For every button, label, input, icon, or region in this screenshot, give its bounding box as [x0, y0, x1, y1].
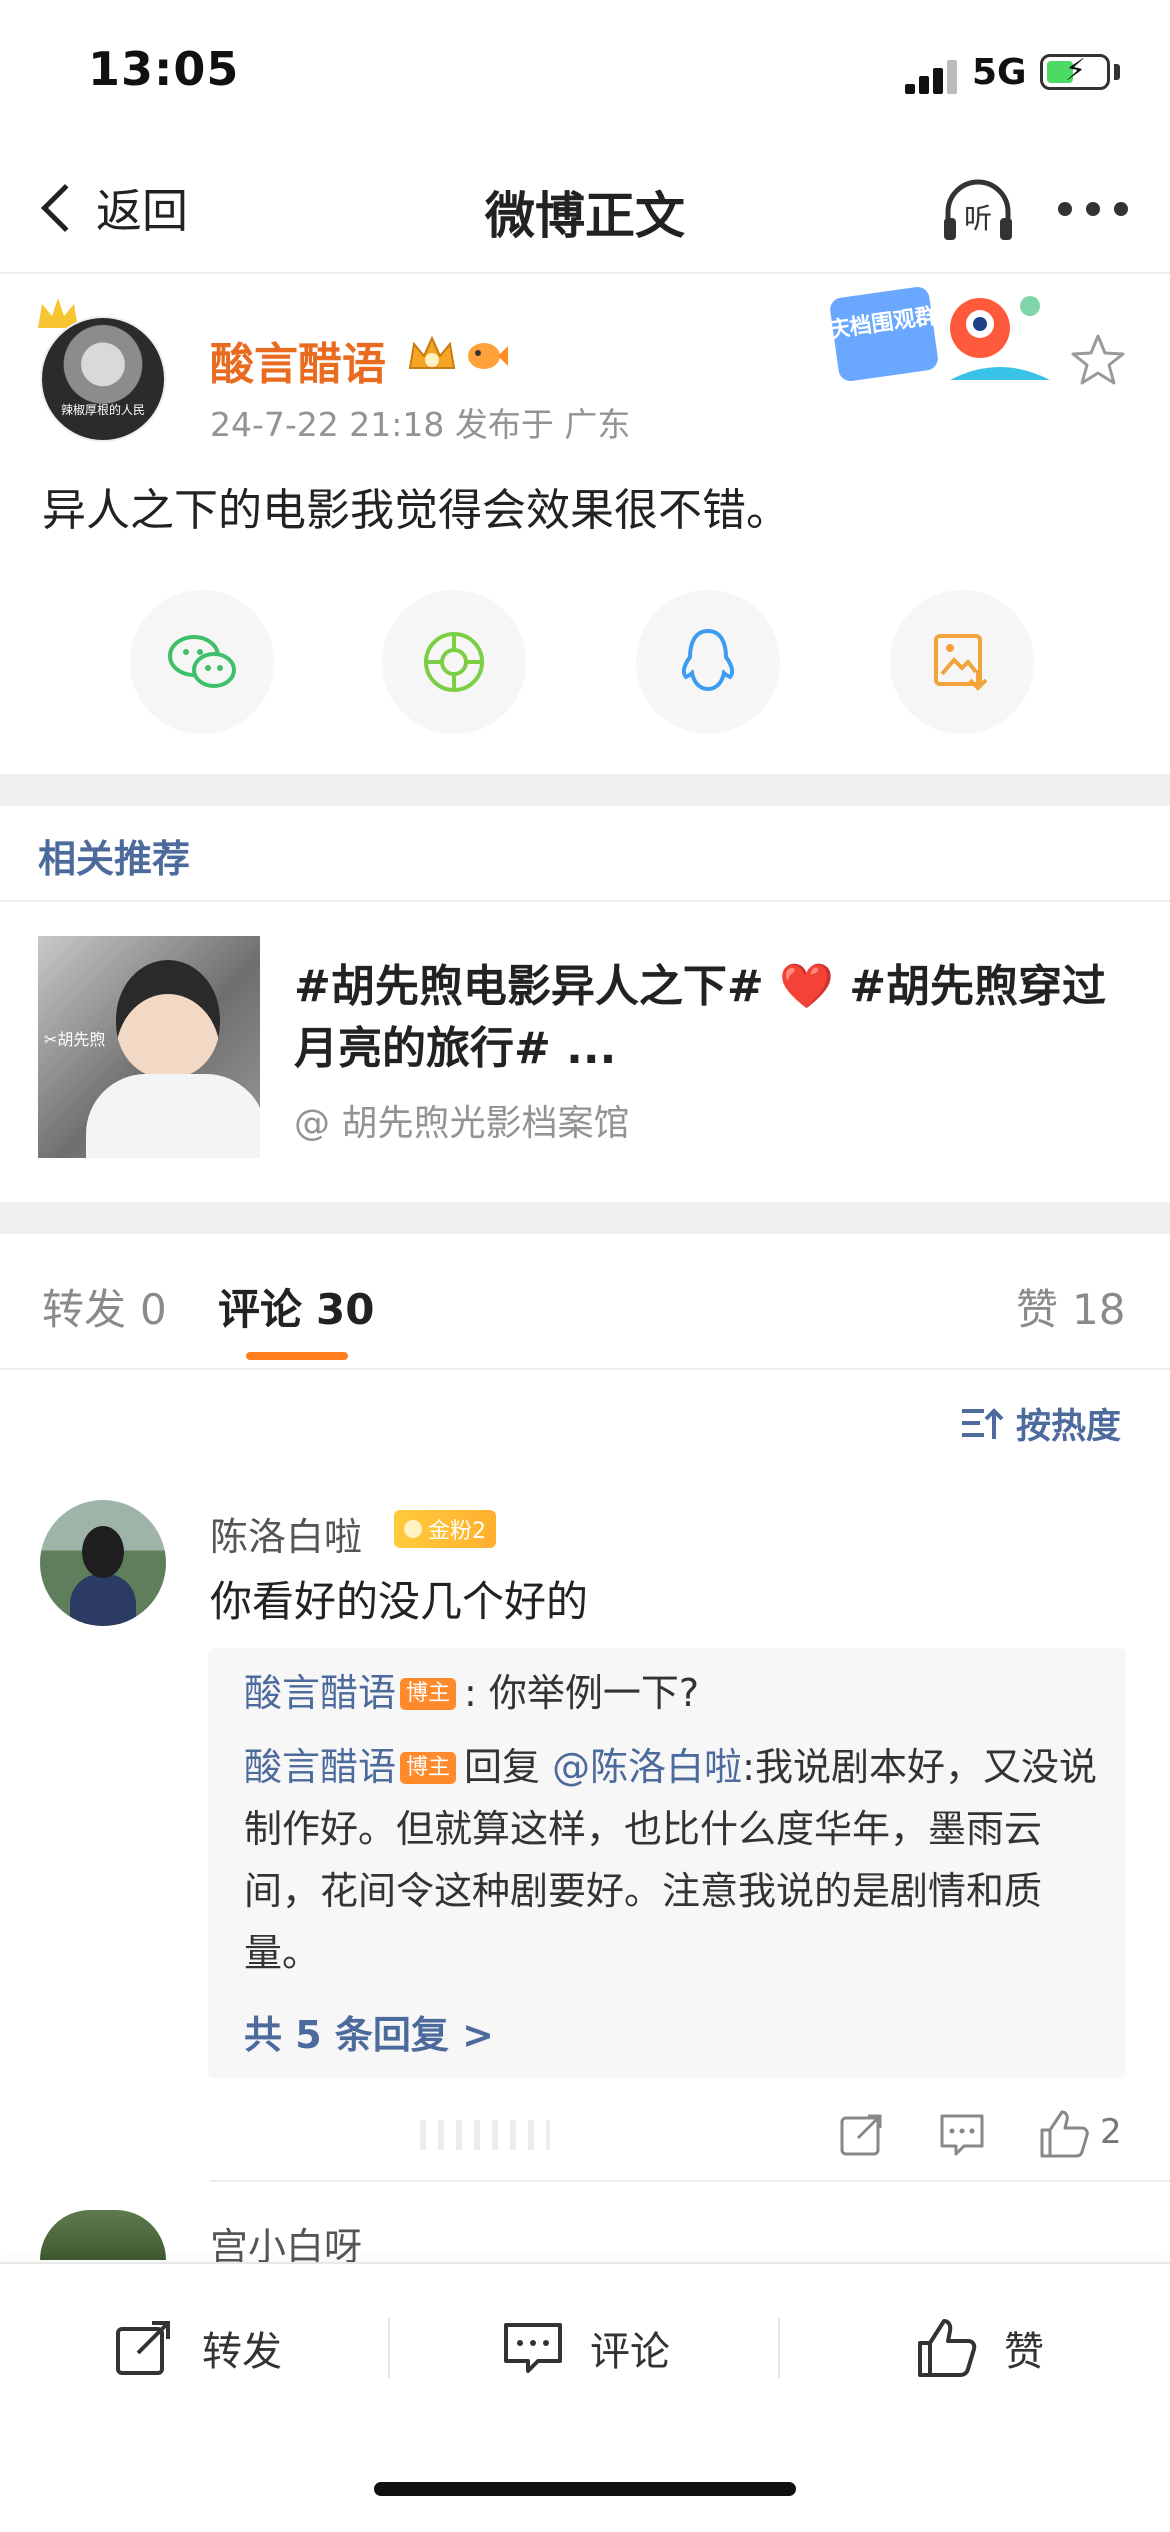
comment-text: 你看好的没几个好的: [210, 1577, 589, 1626]
home-indicator[interactable]: [374, 2482, 796, 2496]
fish-badge-icon[interactable]: [462, 334, 510, 376]
tab-active-indicator: [246, 1352, 348, 1360]
post-meta: 24-7-22 21:18 发布于 广东: [210, 405, 631, 444]
related-label: 相关推荐: [38, 837, 191, 881]
like-button[interactable]: 赞: [914, 2308, 1044, 2388]
comment-like-icon[interactable]: [1036, 2106, 1092, 2162]
divider: [778, 2318, 780, 2378]
repost-icon: [116, 2321, 170, 2375]
related-card[interactable]: ✂胡先煦 #胡先煦电影异人之下# ❤️ #胡先煦穿过月亮的旅行# ... @ 胡…: [0, 902, 1170, 1202]
loading-placeholder: [420, 2120, 550, 2150]
more-replies-link[interactable]: 共 5 条回复 >: [244, 2004, 494, 2059]
share-moments-button[interactable]: [382, 590, 526, 734]
reply-line: 酸言醋语 博主: 你举例一下?: [244, 1662, 1104, 1724]
sort-button[interactable]: 按热度: [960, 1398, 1121, 1449]
chevron-left-icon: [40, 183, 90, 233]
listen-label: 听: [964, 202, 992, 235]
comment-reply-icon[interactable]: [934, 2106, 990, 2162]
favorite-star-icon[interactable]: [1068, 330, 1128, 390]
wechat-icon: [168, 635, 236, 688]
share-wechat-button[interactable]: [130, 590, 274, 734]
tab-comment[interactable]: 评论 30: [218, 1276, 374, 1337]
vip-crown-badge-icon[interactable]: [404, 330, 460, 378]
share-row: [0, 590, 1170, 740]
signal-icon: [905, 60, 959, 94]
sort-label: 按热度: [1016, 1407, 1122, 1447]
qq-icon: [681, 628, 735, 692]
back-label: 返回: [96, 184, 188, 238]
back-button[interactable]: 返回: [34, 176, 188, 240]
reply-box[interactable]: 酸言醋语 博主: 你举例一下? 酸言醋语 博主 回复 @陈洛白啦:我说剧本好，又没说制…: [208, 1648, 1126, 2078]
status-time: 13:05: [88, 42, 240, 96]
moments-icon: [424, 632, 484, 692]
section-separator: [0, 774, 1170, 806]
tab-like-count: 18: [1072, 1285, 1126, 1334]
avatar-caption: 辣椒厚根的人民: [60, 403, 145, 417]
like-label: 赞: [1004, 2329, 1044, 2375]
comment-label: 评论: [590, 2329, 670, 2375]
tabs: 转发 0 评论 30 赞 18: [0, 1234, 1170, 1370]
comment-actions: 2: [0, 2098, 1170, 2178]
share-save-image-button[interactable]: [890, 590, 1034, 734]
save-image-icon: [934, 634, 988, 691]
comment-share-icon[interactable]: [834, 2106, 890, 2162]
related-title-part1: #胡先煦电影异人之下#: [294, 961, 764, 1012]
section-separator: [0, 1202, 1170, 1234]
reply-text: : 你举例一下?: [464, 1671, 700, 1715]
comment-button[interactable]: 评论: [500, 2308, 670, 2388]
repost-button[interactable]: 转发: [112, 2308, 282, 2388]
more-options-button[interactable]: [1058, 194, 1128, 224]
related-source: @ 胡先煦光影档案馆: [294, 1103, 630, 1144]
network-label: 5G: [972, 52, 1027, 93]
tab-repost[interactable]: 转发 0: [42, 1276, 167, 1337]
related-title: #胡先煦电影异人之下# ❤️ #胡先煦穿过月亮的旅行# ...: [294, 956, 1134, 1080]
commenter-name[interactable]: 陈洛白啦: [210, 1506, 362, 1561]
promo-banner[interactable]: 国庆档围观群众: [830, 284, 1070, 394]
owner-tag: 博主: [400, 1678, 457, 1710]
reply-word: 回复: [464, 1745, 541, 1789]
tab-repost-label: 转发: [42, 1285, 127, 1334]
tab-comment-count: 30: [316, 1285, 375, 1334]
reply-author[interactable]: 酸言醋语: [244, 1745, 396, 1789]
tab-like[interactable]: 赞 18: [1016, 1276, 1125, 1337]
fan-badge-label: 金粉2: [428, 1519, 486, 1544]
headphones-icon: 听: [944, 179, 1012, 240]
reply-author[interactable]: 酸言醋语: [244, 1671, 396, 1715]
fan-badge[interactable]: 金粉2: [394, 1510, 496, 1548]
sort-icon: [962, 1407, 1004, 1439]
like-icon: [918, 2319, 977, 2377]
divider: [210, 2180, 1170, 2182]
post-text: 异人之下的电影我觉得会效果很不错。: [42, 485, 790, 536]
comment-icon: [504, 2323, 562, 2373]
nav-bar: 返回 微博正文 听: [0, 140, 1170, 274]
battery-tip: [1114, 64, 1120, 80]
share-qq-button[interactable]: [636, 590, 780, 734]
related-thumbnail: ✂胡先煦: [38, 936, 260, 1158]
owner-tag: 博主: [400, 1752, 457, 1784]
thumb-tag: ✂胡先煦: [44, 1030, 106, 1049]
author-name[interactable]: 酸言醋语: [210, 328, 386, 392]
listen-button[interactable]: 听: [940, 176, 1016, 248]
tab-comment-label: 评论: [218, 1285, 303, 1334]
post: 辣椒厚根的人民 酸言醋语 24-7-22 21:18 发布于 广东 国庆档围观群…: [0, 274, 1170, 774]
tab-repost-count: 0: [140, 1285, 167, 1334]
comment-like-count: 2: [1100, 2112, 1122, 2152]
commenter-avatar[interactable]: [40, 2210, 166, 2260]
status-bar: 13:05 5G ⚡: [0, 0, 1170, 140]
commenter-avatar[interactable]: [40, 1500, 166, 1626]
battery-icon: ⚡: [1040, 53, 1110, 90]
fan-badge-icon: [404, 1520, 422, 1538]
tab-like-label: 赞: [1016, 1285, 1059, 1334]
repost-label: 转发: [202, 2329, 282, 2375]
reply-line: 酸言醋语 博主 回复 @陈洛白啦:我说剧本好，又没说制作好。但就算这样，也比什么度华…: [244, 1736, 1104, 1984]
author-avatar[interactable]: 辣椒厚根的人民: [40, 316, 166, 442]
divider: [388, 2318, 390, 2378]
heart-emoji: ❤️: [779, 961, 834, 1012]
reply-mention[interactable]: @陈洛白啦: [552, 1745, 742, 1789]
comment-item: 陈洛白啦 金粉2 你看好的没几个好的 酸言醋语 博主: 你举例一下? 酸言醋语 博主…: [0, 1480, 1170, 2182]
